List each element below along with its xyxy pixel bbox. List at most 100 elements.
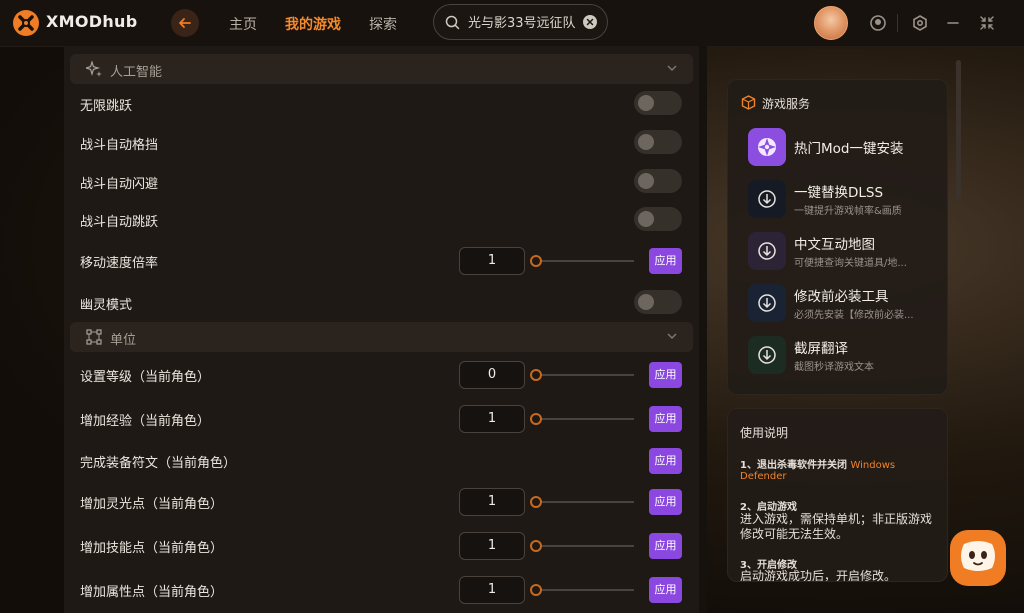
add-attr-input[interactable]: 1 bbox=[459, 576, 525, 604]
service-name: 修改前必装工具 bbox=[794, 289, 889, 305]
apply-button[interactable]: 应用 bbox=[649, 406, 682, 432]
slider-handle[interactable] bbox=[530, 369, 542, 381]
service-item-screenshot-translate[interactable]: 截屏翻译 截图秒译游戏文本 bbox=[748, 334, 938, 376]
set-level-input[interactable]: 0 bbox=[459, 361, 525, 389]
search-input[interactable] bbox=[468, 14, 578, 29]
download-icon bbox=[748, 284, 786, 322]
user-avatar[interactable] bbox=[814, 6, 848, 40]
clear-search-button[interactable] bbox=[583, 15, 597, 29]
download-icon bbox=[748, 336, 786, 374]
slider-handle[interactable] bbox=[530, 413, 542, 425]
auto-jump-toggle[interactable] bbox=[634, 207, 682, 231]
chevron-down-icon bbox=[667, 65, 677, 72]
service-item-map[interactable]: 中文互动地图 可便捷查询关键道具/地... bbox=[748, 230, 938, 272]
search-icon bbox=[445, 15, 460, 30]
minimize-icon[interactable] bbox=[944, 14, 962, 32]
option-row-add-attr: 增加属性点（当前角色） 1 应用 bbox=[64, 570, 699, 610]
card-title: 使用说明 bbox=[740, 426, 789, 440]
add-lumina-input[interactable]: 1 bbox=[459, 488, 525, 516]
service-description: 必须先安装【修改前必装... bbox=[794, 310, 914, 321]
panel-scrollbar[interactable] bbox=[699, 46, 707, 613]
chevron-down-icon bbox=[667, 333, 677, 340]
apply-button[interactable]: 应用 bbox=[649, 577, 682, 603]
service-description: 可便捷查询关键道具/地... bbox=[794, 258, 907, 269]
slider-track[interactable] bbox=[536, 260, 634, 262]
service-item-dlss[interactable]: 一键替换DLSS 一键提升游戏帧率&画质 bbox=[748, 178, 938, 220]
option-row-set-level: 设置等级（当前角色） 0 应用 bbox=[64, 355, 699, 395]
option-label: 战斗自动格挡 bbox=[80, 138, 159, 153]
close-icon bbox=[586, 18, 594, 26]
move-speed-input[interactable]: 1 bbox=[459, 247, 525, 275]
cheat-options-panel: 人工智能 无限跳跃 战斗自动格挡 战斗自动闪避 战斗自动跳跃 移动速度倍率 1 … bbox=[64, 46, 699, 613]
option-row-add-exp: 增加经验（当前角色） 1 应用 bbox=[64, 399, 699, 439]
right-scrollbar[interactable] bbox=[956, 60, 961, 200]
guide-step-1: 1、退出杀毒软件并关闭 Windows Defender bbox=[740, 456, 940, 482]
slider-handle[interactable] bbox=[530, 584, 542, 596]
slider-handle[interactable] bbox=[530, 255, 542, 267]
option-row-complete-rune: 完成装备符文（当前角色） 应用 bbox=[64, 441, 699, 481]
toolbar-divider bbox=[897, 14, 898, 32]
auto-dodge-toggle[interactable] bbox=[634, 169, 682, 193]
infinite-jump-toggle[interactable] bbox=[634, 91, 682, 115]
section-title: 单位 bbox=[110, 333, 137, 348]
slider-track[interactable] bbox=[536, 589, 634, 591]
search-box[interactable] bbox=[433, 4, 608, 40]
nav-home[interactable]: 主页 bbox=[229, 14, 257, 34]
service-item-hot-mod[interactable]: 热门Mod一键安装 bbox=[748, 126, 938, 168]
guide-step-title: 2、启动游戏 bbox=[740, 502, 797, 513]
option-row-move-speed: 移动速度倍率 1 应用 bbox=[64, 241, 699, 281]
option-label: 增加技能点（当前角色） bbox=[80, 541, 224, 556]
option-label: 战斗自动闪避 bbox=[80, 177, 159, 192]
slider-handle[interactable] bbox=[530, 540, 542, 552]
slider-track[interactable] bbox=[536, 501, 634, 503]
back-button[interactable] bbox=[171, 9, 199, 37]
service-description: 一键提升游戏帧率&画质 bbox=[794, 206, 902, 217]
apply-button[interactable]: 应用 bbox=[649, 489, 682, 515]
chat-assistant-button[interactable] bbox=[950, 530, 1006, 586]
option-row-infinite-jump: 无限跳跃 bbox=[64, 84, 699, 124]
app-name: XMODhub bbox=[46, 12, 138, 31]
option-label: 完成装备符文（当前角色） bbox=[80, 456, 237, 471]
section-header-ai[interactable]: 人工智能 bbox=[70, 54, 693, 84]
notification-icon[interactable] bbox=[869, 14, 887, 32]
usage-guide-card: 使用说明 1、退出杀毒软件并关闭 Windows Defender 2、启动游戏… bbox=[727, 408, 948, 582]
slider-track[interactable] bbox=[536, 374, 634, 376]
nav-my-games[interactable]: 我的游戏 bbox=[285, 14, 341, 34]
add-exp-input[interactable]: 1 bbox=[459, 405, 525, 433]
settings-icon[interactable] bbox=[911, 14, 929, 32]
slider-track[interactable] bbox=[536, 545, 634, 547]
service-name: 中文互动地图 bbox=[794, 237, 875, 253]
option-label: 增加经验（当前角色） bbox=[80, 414, 211, 429]
sparkle-icon bbox=[86, 61, 102, 77]
option-label: 增加属性点（当前角色） bbox=[80, 585, 224, 600]
add-skill-input[interactable]: 1 bbox=[459, 532, 525, 560]
option-label: 幽灵模式 bbox=[80, 298, 133, 313]
network-icon bbox=[86, 329, 102, 345]
section-header-unit[interactable]: 单位 bbox=[70, 322, 693, 352]
apply-button[interactable]: 应用 bbox=[649, 362, 682, 388]
cube-icon bbox=[741, 95, 756, 110]
option-row-auto-jump: 战斗自动跳跃 bbox=[64, 200, 699, 240]
card-title: 游戏服务 bbox=[762, 97, 811, 111]
apply-button[interactable]: 应用 bbox=[649, 248, 682, 274]
slider-track[interactable] bbox=[536, 418, 634, 420]
option-label: 设置等级（当前角色） bbox=[80, 370, 211, 385]
option-label: 增加灵光点（当前角色） bbox=[80, 497, 224, 512]
apply-button[interactable]: 应用 bbox=[649, 448, 682, 474]
ghost-mode-toggle[interactable] bbox=[634, 290, 682, 314]
collapse-icon[interactable] bbox=[978, 14, 996, 32]
game-services-card: 游戏服务 热门Mod一键安装 一键替换DLSS 一键提升游戏帧率&画质 中文互动… bbox=[727, 79, 948, 395]
service-name: 截屏翻译 bbox=[794, 341, 848, 357]
slider-handle[interactable] bbox=[530, 496, 542, 508]
nav-explore[interactable]: 探索 bbox=[369, 14, 397, 34]
guide-step-body: 进入游戏，需保持单机；非正版游戏修改可能无法生效。 bbox=[740, 512, 933, 541]
option-row-ghost-mode: 幽灵模式 bbox=[64, 283, 699, 323]
service-item-prereq-tool[interactable]: 修改前必装工具 必须先安装【修改前必装... bbox=[748, 282, 938, 324]
option-row-add-lumina: 增加灵光点（当前角色） 1 应用 bbox=[64, 482, 699, 522]
arrow-left-icon bbox=[179, 18, 191, 28]
apply-button[interactable]: 应用 bbox=[649, 533, 682, 559]
service-name: 一键替换DLSS bbox=[794, 185, 884, 201]
chat-face-icon bbox=[961, 541, 995, 571]
auto-parry-toggle[interactable] bbox=[634, 130, 682, 154]
service-description: 截图秒译游戏文本 bbox=[794, 362, 874, 373]
